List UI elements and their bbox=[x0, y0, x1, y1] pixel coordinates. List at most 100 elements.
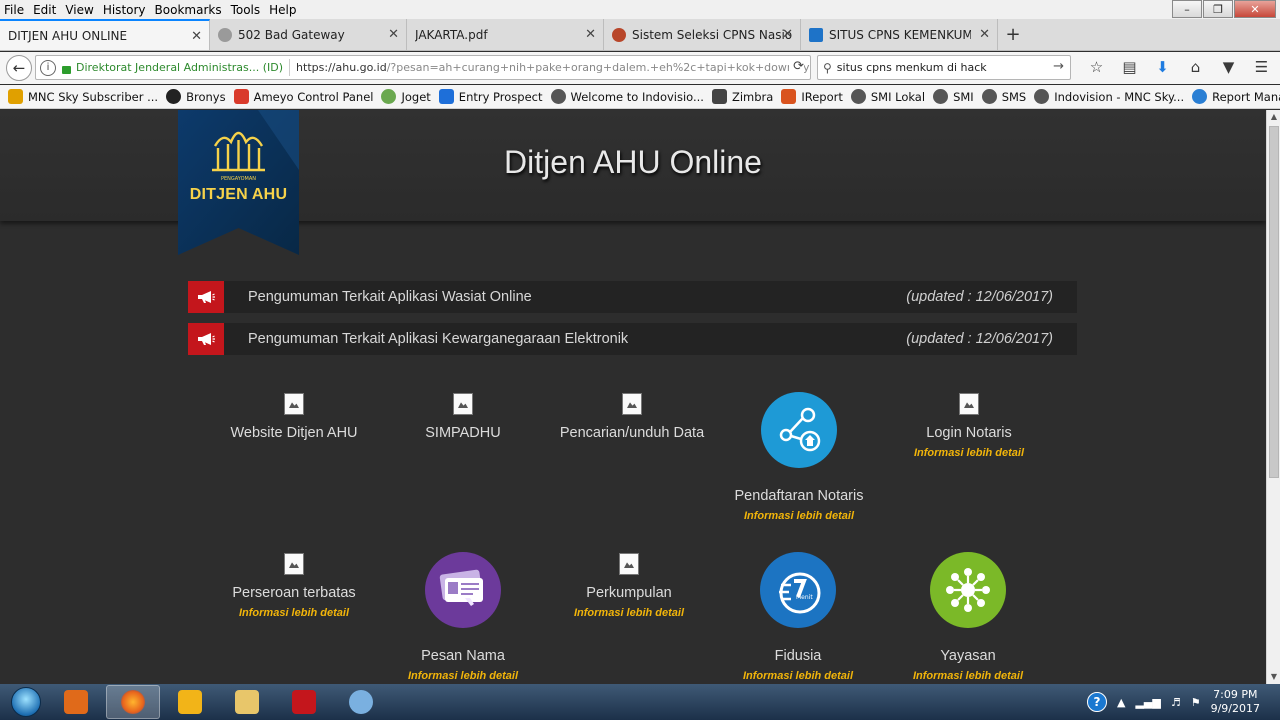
tab-bad-gateway[interactable]: 502 Bad Gateway ✕ bbox=[210, 19, 407, 50]
menu-file[interactable]: File bbox=[4, 3, 24, 17]
service-website-ditjen[interactable]: Website Ditjen AHU bbox=[209, 393, 379, 441]
show-hidden-icons-icon[interactable]: ▲ bbox=[1117, 696, 1125, 709]
menu-history[interactable]: History bbox=[103, 3, 146, 17]
volume-icon[interactable]: ♬ bbox=[1171, 696, 1181, 709]
home-icon[interactable]: ⌂ bbox=[1179, 58, 1212, 76]
taskbar-paint[interactable] bbox=[334, 685, 388, 719]
service-label[interactable]: Yayasan bbox=[883, 648, 1053, 664]
reload-icon[interactable]: ⟳ bbox=[789, 59, 804, 74]
announcement-title[interactable]: Pengumuman Terkait Aplikasi Kewarganegar… bbox=[248, 331, 628, 347]
service-label[interactable]: Pesan Nama bbox=[378, 648, 548, 664]
url-text[interactable]: https://ahu.go.id/?pesan=ah+curang+nih+p… bbox=[296, 61, 810, 74]
back-button[interactable]: ← bbox=[6, 55, 32, 81]
bookmark-item[interactable]: Report Management bbox=[1192, 89, 1280, 104]
service-label[interactable]: Perkumpulan bbox=[544, 585, 714, 601]
announcement-row[interactable]: Pengumuman Terkait Aplikasi Kewarganegar… bbox=[188, 323, 1077, 355]
service-label[interactable]: Login Notaris bbox=[884, 425, 1054, 441]
tab-label: DITJEN AHU ONLINE bbox=[8, 28, 128, 43]
search-go-icon[interactable]: → bbox=[1053, 59, 1064, 74]
bookmark-item[interactable]: Zimbra bbox=[711, 89, 773, 104]
close-window-icon[interactable]: ✕ bbox=[1234, 0, 1276, 18]
service-perseroan-terbatas[interactable]: Perseroan terbatas Informasi lebih detai… bbox=[209, 553, 379, 619]
tab-jakarta-pdf[interactable]: JAKARTA.pdf ✕ bbox=[407, 19, 604, 50]
bookmark-item[interactable]: MNC Sky Subscriber ... bbox=[8, 89, 158, 104]
bookmark-item[interactable]: Welcome to Indovisio... bbox=[550, 89, 704, 104]
close-tab-icon[interactable]: ✕ bbox=[782, 27, 793, 42]
help-icon[interactable]: ? bbox=[1086, 692, 1107, 712]
close-tab-icon[interactable]: ✕ bbox=[585, 27, 596, 42]
bookmark-item[interactable]: SMS bbox=[981, 89, 1026, 104]
pocket-icon[interactable]: ▼ bbox=[1212, 58, 1245, 76]
service-label[interactable]: Pencarian/unduh Data bbox=[547, 425, 717, 441]
scrollbar-thumb[interactable] bbox=[1269, 126, 1279, 478]
more-info-link[interactable]: Informasi lebih detail bbox=[884, 447, 1054, 459]
service-fidusia[interactable]: Menit Fidusia Informasi lebih detail bbox=[713, 552, 883, 682]
service-label[interactable]: SIMPADHU bbox=[378, 425, 548, 441]
bookmark-item[interactable]: SMI bbox=[933, 89, 974, 104]
service-yayasan[interactable]: Yayasan Informasi lebih detail bbox=[883, 552, 1053, 682]
menu-bookmarks[interactable]: Bookmarks bbox=[155, 3, 222, 17]
bookmark-item[interactable]: IReport bbox=[781, 89, 843, 104]
action-center-icon[interactable]: ⚑ bbox=[1191, 696, 1201, 709]
menu-tools[interactable]: Tools bbox=[231, 3, 261, 17]
service-label[interactable]: Fidusia bbox=[713, 648, 883, 664]
close-tab-icon[interactable]: ✕ bbox=[191, 29, 202, 44]
site-identity[interactable]: Direktorat Jenderal Administras... (ID) bbox=[76, 61, 283, 74]
scroll-up-icon[interactable]: ▲ bbox=[1267, 110, 1280, 124]
bookmark-star-icon[interactable]: ☆ bbox=[1080, 58, 1113, 76]
service-label[interactable]: Pendaftaran Notaris bbox=[714, 488, 884, 504]
download-icon[interactable]: ⬇ bbox=[1146, 58, 1179, 76]
more-info-link[interactable]: Informasi lebih detail bbox=[544, 607, 714, 619]
more-info-link[interactable]: Informasi lebih detail bbox=[714, 510, 884, 522]
network-signal-icon[interactable]: ▂▄▆ bbox=[1135, 696, 1160, 709]
bookmark-item[interactable]: SMI Lokal bbox=[850, 89, 925, 104]
more-info-link[interactable]: Informasi lebih detail bbox=[713, 670, 883, 682]
service-label[interactable]: Perseroan terbatas bbox=[209, 585, 379, 601]
bookmark-item[interactable]: Ameyo Control Panel bbox=[233, 89, 373, 104]
menu-edit[interactable]: Edit bbox=[33, 3, 56, 17]
announcement-title[interactable]: Pengumuman Terkait Aplikasi Wasiat Onlin… bbox=[248, 289, 532, 305]
page-scrollbar[interactable]: ▲ ▼ bbox=[1266, 110, 1280, 684]
taskbar-outlook[interactable] bbox=[163, 685, 217, 719]
search-input[interactable]: situs cpns menkum di hack bbox=[837, 61, 987, 74]
minimize-icon[interactable]: – bbox=[1172, 0, 1202, 18]
close-tab-icon[interactable]: ✕ bbox=[388, 27, 399, 42]
bookmark-item[interactable]: Bronys bbox=[166, 89, 226, 104]
tab-cpns-kemenkumham[interactable]: SITUS CPNS KEMENKUMHAM ✕ bbox=[801, 19, 998, 50]
taskbar-explorer[interactable] bbox=[220, 685, 274, 719]
service-perkumpulan[interactable]: Perkumpulan Informasi lebih detail bbox=[544, 553, 714, 619]
reading-list-icon[interactable]: ▤ bbox=[1113, 58, 1146, 76]
more-info-link[interactable]: Informasi lebih detail bbox=[883, 670, 1053, 682]
search-bar[interactable]: ⚲ situs cpns menkum di hack → bbox=[817, 55, 1071, 80]
broken-image-icon bbox=[959, 393, 979, 415]
scroll-down-icon[interactable]: ▼ bbox=[1267, 670, 1280, 684]
bookmark-item[interactable]: Indovision - MNC Sky... bbox=[1034, 89, 1184, 104]
service-label[interactable]: Website Ditjen AHU bbox=[209, 425, 379, 441]
bookmark-item[interactable]: Joget bbox=[381, 89, 431, 104]
announcement-row[interactable]: Pengumuman Terkait Aplikasi Wasiat Onlin… bbox=[188, 281, 1077, 313]
service-pencarian-data[interactable]: Pencarian/unduh Data bbox=[547, 393, 717, 441]
taskbar-firefox[interactable] bbox=[106, 685, 160, 719]
service-simpadhu[interactable]: SIMPADHU bbox=[378, 393, 548, 441]
maximize-icon[interactable]: ❐ bbox=[1203, 0, 1233, 18]
service-pesan-nama[interactable]: Pesan Nama Informasi lebih detail bbox=[378, 552, 548, 682]
ditjen-ahu-logo[interactable]: PENGAYOMAN DITJEN AHU bbox=[178, 110, 299, 255]
more-info-link[interactable]: Informasi lebih detail bbox=[209, 607, 379, 619]
menu-help[interactable]: Help bbox=[269, 3, 296, 17]
taskbar-acrobat[interactable] bbox=[277, 685, 331, 719]
info-icon[interactable]: i bbox=[40, 59, 56, 76]
taskbar-media-player[interactable] bbox=[49, 685, 103, 719]
bookmark-item[interactable]: Entry Prospect bbox=[438, 89, 543, 104]
start-button[interactable] bbox=[6, 684, 46, 720]
menu-view[interactable]: View bbox=[65, 3, 93, 17]
tab-cpns-nasional[interactable]: Sistem Seleksi CPNS Nasional ✕ bbox=[604, 19, 801, 50]
system-clock[interactable]: 7:09 PM 9/9/2017 bbox=[1211, 688, 1260, 716]
service-login-notaris[interactable]: Login Notaris Informasi lebih detail bbox=[884, 393, 1054, 459]
close-tab-icon[interactable]: ✕ bbox=[979, 27, 990, 42]
new-tab-button[interactable]: + bbox=[998, 19, 1028, 50]
address-bar[interactable]: i Direktorat Jenderal Administras... (ID… bbox=[35, 55, 811, 80]
hamburger-menu-icon[interactable]: ☰ bbox=[1245, 58, 1278, 76]
tab-ditjen-ahu[interactable]: DITJEN AHU ONLINE ✕ bbox=[0, 19, 210, 50]
more-info-link[interactable]: Informasi lebih detail bbox=[378, 670, 548, 682]
service-pendaftaran-notaris[interactable]: Pendaftaran Notaris Informasi lebih deta… bbox=[714, 392, 884, 522]
